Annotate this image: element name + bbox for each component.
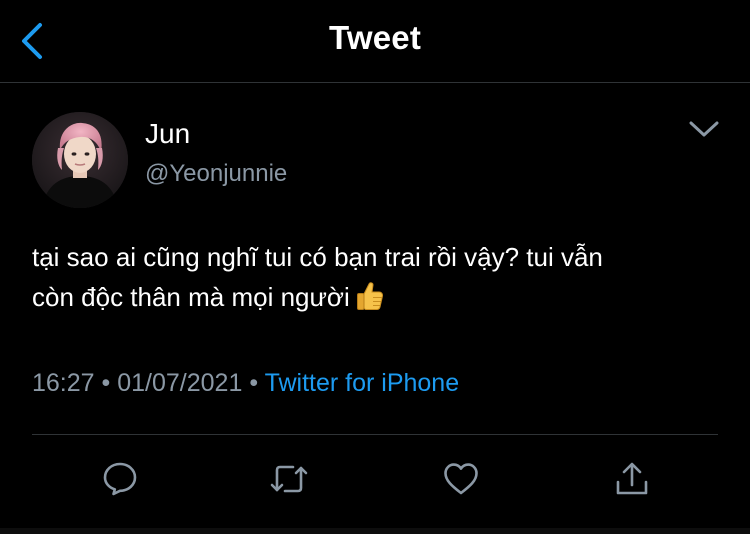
tweet-text-line: tại sao ai cũng nghĩ tui có bạn trai rồi… bbox=[32, 242, 603, 272]
like-button[interactable] bbox=[441, 459, 481, 499]
tweet-text-line: còn độc thân mà mọi người bbox=[32, 282, 350, 312]
reply-icon bbox=[103, 462, 137, 496]
tweet-text-line-2: còn độc thân mà mọi người bbox=[32, 277, 722, 322]
tweet-source-link[interactable]: Twitter for iPhone bbox=[265, 369, 460, 397]
page-title: Tweet bbox=[328, 19, 422, 56]
thumbs-up-icon bbox=[356, 281, 384, 322]
tweet-text: tại sao ai cũng nghĩ tui có bạn trai rồi… bbox=[32, 237, 722, 322]
reply-button[interactable] bbox=[100, 459, 140, 499]
meta-separator: • bbox=[101, 369, 111, 397]
heart-icon bbox=[444, 463, 478, 495]
retweet-button[interactable] bbox=[269, 459, 309, 499]
divider bbox=[32, 434, 718, 435]
tweet-meta: 16:27 • 01/07/2021 • Twitter for iPhone bbox=[32, 369, 459, 398]
top-bar: Tweet bbox=[0, 0, 750, 83]
bottom-edge bbox=[0, 528, 750, 534]
chevron-down-icon bbox=[689, 121, 719, 137]
avatar[interactable] bbox=[32, 112, 128, 208]
author-handle[interactable]: @Yeonjunnie bbox=[145, 160, 287, 188]
tweet-time: 16:27 bbox=[32, 369, 95, 397]
meta-separator: • bbox=[249, 369, 259, 397]
retweet-icon bbox=[270, 465, 308, 493]
share-icon bbox=[616, 462, 648, 495]
more-options-button[interactable] bbox=[684, 112, 724, 146]
share-button[interactable] bbox=[612, 459, 652, 499]
tweet-date: 01/07/2021 bbox=[117, 369, 243, 397]
author-name[interactable]: Jun bbox=[145, 118, 190, 150]
avatar-image bbox=[32, 112, 128, 208]
